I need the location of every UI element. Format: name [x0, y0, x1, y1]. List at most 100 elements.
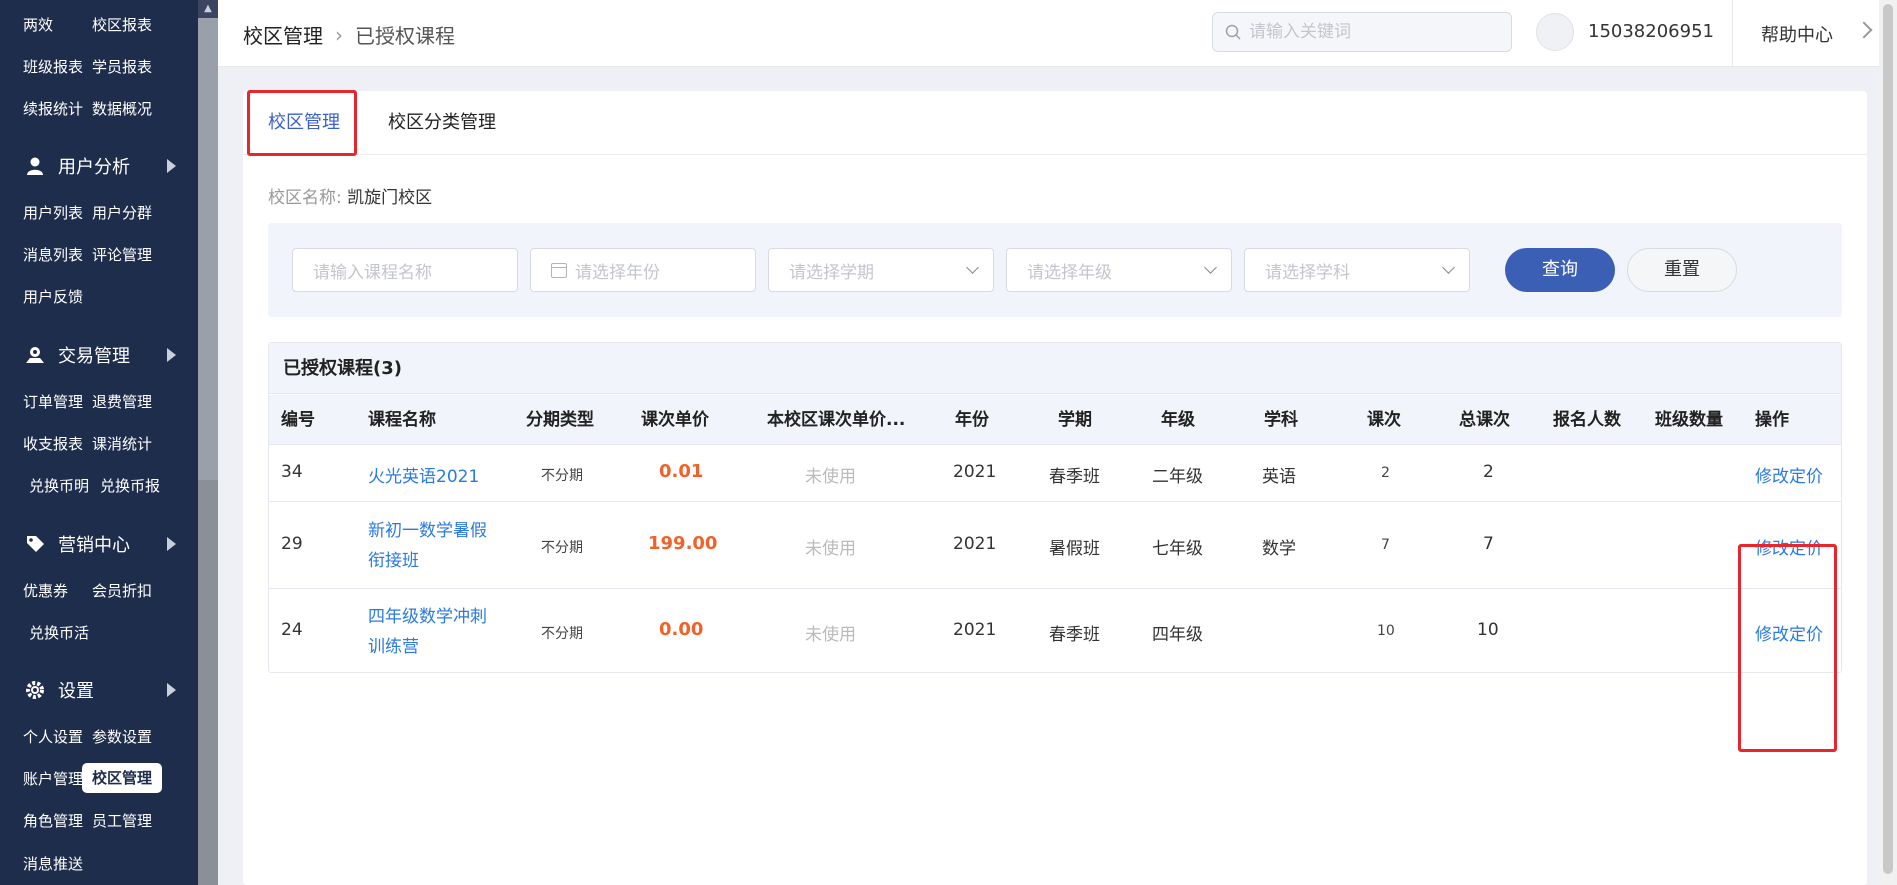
page-scrollbar[interactable]	[1879, 0, 1897, 885]
sidebar-item[interactable]: 用户分群	[92, 202, 184, 223]
cell-price: 0.00	[659, 619, 704, 640]
trade-icon	[24, 344, 46, 366]
cell-year: 2021	[953, 534, 997, 554]
cell-course-name[interactable]: 四年级数学冲刺 训练营	[368, 602, 508, 662]
scroll-up-icon[interactable]: ▲	[198, 0, 218, 18]
header-divider	[1732, 0, 1733, 67]
subject-select[interactable]: 请选择学科	[1244, 248, 1470, 292]
cell-grade: 二年级	[1152, 467, 1203, 487]
column-header: 分期类型	[526, 410, 594, 430]
grade-placeholder: 请选择年级	[1027, 262, 1112, 283]
sidebar-item[interactable]: 用户反馈	[0, 286, 92, 307]
cell-term: 暑假班	[1049, 539, 1100, 559]
campus-name: 校区名称: 凯旋门校区	[268, 183, 432, 208]
sidebar-item[interactable]: 兑换币报	[92, 475, 184, 496]
cell-course-name[interactable]: 新初一数学暑假 衔接班	[368, 516, 508, 576]
breadcrumb: 校区管理 › 已授权课程	[243, 20, 455, 49]
sidebar-scroll-thumb[interactable]	[198, 480, 218, 885]
sidebar-item-active[interactable]: 校区管理	[82, 763, 162, 793]
sidebar-item[interactable]: 角色管理	[0, 810, 92, 831]
chevron-down-icon	[1442, 261, 1455, 274]
page-scroll-thumb[interactable]	[1883, 4, 1893, 874]
sidebar-scrollbar[interactable]: ▲	[198, 0, 218, 885]
cell-grade: 四年级	[1152, 625, 1203, 645]
column-header: 课次单价	[641, 410, 709, 430]
course-name-line: 训练营	[368, 637, 419, 657]
sidebar-item[interactable]: 校区报表	[92, 14, 184, 35]
cell-id: 29	[281, 534, 303, 554]
sidebar-group-market[interactable]: 营销中心	[0, 521, 198, 567]
query-button[interactable]: 查询	[1505, 248, 1615, 292]
column-header: 年级	[1161, 410, 1195, 430]
sidebar-item[interactable]: 用户列表	[0, 202, 92, 223]
search-input[interactable]	[1249, 22, 1489, 42]
sidebar-item[interactable]: 兑换币活	[0, 622, 92, 643]
cell-year: 2021	[953, 462, 997, 482]
cell-lessons: 10	[1377, 623, 1395, 639]
cell-installment: 不分期	[541, 540, 583, 556]
sidebar-group-label: 设置	[58, 681, 94, 702]
subject-placeholder: 请选择学科	[1265, 262, 1350, 283]
sidebar-item[interactable]: 评论管理	[92, 244, 184, 265]
sidebar-item[interactable]: 课消统计	[92, 433, 184, 454]
sidebar-row: 消息列表 评论管理	[0, 234, 198, 274]
year-placeholder: 请选择年份	[575, 262, 660, 283]
filter-bar: 请输入课程名称 请选择年份 请选择学期 请选择年级 请选择学科 查询 重置	[268, 223, 1842, 317]
sidebar-item[interactable]: 退费管理	[92, 391, 184, 412]
table-title: 已授权课程(3)	[269, 343, 1841, 394]
sidebar-row: 优惠券 会员折扣	[0, 570, 198, 610]
sidebar-item[interactable]: 个人设置	[0, 726, 92, 747]
sidebar-item[interactable]: 班级报表	[0, 56, 92, 77]
term-select[interactable]: 请选择学期	[768, 248, 994, 292]
sidebar-item[interactable]: 兑换币明	[0, 475, 92, 496]
avatar[interactable]	[1536, 13, 1574, 51]
cell-campus-price: 未使用	[805, 625, 856, 645]
cell-price: 199.00	[648, 533, 718, 554]
cell-id: 24	[281, 620, 303, 640]
column-header: 编号	[281, 410, 315, 430]
sidebar-item[interactable]: 收支报表	[0, 433, 92, 454]
sidebar-item[interactable]: 消息推送	[0, 853, 92, 874]
column-header: 总课次	[1459, 410, 1510, 430]
search-box[interactable]	[1212, 12, 1512, 52]
sidebar-group-trade[interactable]: 交易管理	[0, 332, 198, 378]
chevron-right-icon[interactable]	[1855, 21, 1873, 39]
sidebar-item[interactable]: 数据概况	[92, 98, 184, 119]
sidebar-row: 个人设置 参数设置	[0, 716, 198, 756]
sidebar-item[interactable]: 消息列表	[0, 244, 92, 265]
help-center-link[interactable]: 帮助中心	[1761, 21, 1833, 47]
sidebar-item[interactable]: 续报统计	[0, 98, 92, 119]
column-header: 课程名称	[368, 410, 436, 430]
course-name-input[interactable]: 请输入课程名称	[292, 248, 518, 292]
user-phone[interactable]: 15038206951	[1588, 21, 1714, 42]
reset-button[interactable]: 重置	[1627, 248, 1737, 292]
grade-select[interactable]: 请选择年级	[1006, 248, 1232, 292]
sidebar-item[interactable]: 优惠券	[0, 580, 92, 601]
sidebar-group-label: 用户分析	[58, 157, 130, 178]
sidebar-item[interactable]: 员工管理	[92, 810, 184, 831]
sidebar-item[interactable]: 账户管理	[0, 768, 92, 789]
sidebar-item[interactable]: 会员折扣	[92, 580, 184, 601]
content-panel: 校区管理 校区分类管理 校区名称: 凯旋门校区 请输入课程名称 请选择年份 请选…	[243, 90, 1867, 885]
sidebar-group-user[interactable]: 用户分析	[0, 143, 198, 189]
sidebar-item[interactable]: 参数设置	[92, 726, 184, 747]
chevron-right-icon: ›	[335, 22, 343, 47]
column-header: 学科	[1264, 410, 1298, 430]
breadcrumb-current: 已授权课程	[355, 24, 455, 48]
edit-price-link[interactable]: 修改定价	[1755, 462, 1823, 487]
course-name-line: 四年级数学冲刺	[368, 607, 487, 627]
column-header: 操作	[1755, 410, 1789, 430]
sidebar-row: 账户管理 校区管理	[0, 758, 198, 798]
sidebar-item[interactable]: 订单管理	[0, 391, 92, 412]
sidebar-item[interactable]: 两效	[0, 14, 92, 35]
course-name-line: 新初一数学暑假	[368, 521, 487, 541]
cell-course-name[interactable]: 火光英语2021	[368, 462, 479, 487]
year-picker[interactable]: 请选择年份	[530, 248, 756, 292]
sidebar-row: 用户反馈	[0, 276, 198, 316]
sidebar-group-settings[interactable]: 设置	[0, 667, 198, 713]
tab-campus-category[interactable]: 校区分类管理	[388, 91, 496, 155]
sidebar-group-label: 交易管理	[58, 346, 130, 367]
tag-icon	[24, 533, 46, 555]
sidebar-item[interactable]: 学员报表	[92, 56, 184, 77]
breadcrumb-root[interactable]: 校区管理	[243, 20, 323, 49]
